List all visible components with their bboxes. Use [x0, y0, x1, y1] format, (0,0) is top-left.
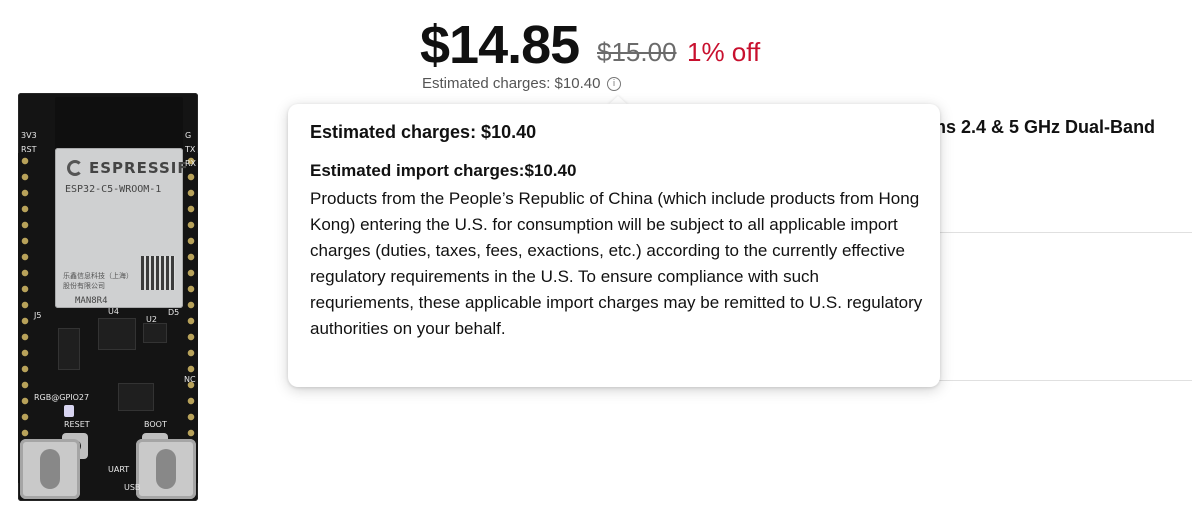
module-maker: 乐鑫信息科技（上海）股份有限公司 [63, 273, 133, 290]
silk-reset: RESET [64, 420, 90, 429]
silk-rx: RX [185, 159, 197, 168]
product-image[interactable]: ESPRESSIF ESP32-C5-WROOM-1 乐鑫信息科技（上海）股份有… [8, 38, 213, 524]
usb-c-port [136, 439, 196, 499]
dev-board: ESPRESSIF ESP32-C5-WROOM-1 乐鑫信息科技（上海）股份有… [18, 93, 198, 501]
silk-rgb: RGB@GPIO27 [34, 393, 90, 402]
estimated-charges-link[interactable]: Estimated charges: $10.40 [422, 75, 600, 92]
pin-header-right [184, 153, 198, 483]
silk-j5: J5 [34, 311, 42, 320]
qr-code-icon [141, 256, 175, 290]
silk-rst: RST [21, 145, 37, 154]
rgb-led [64, 405, 74, 417]
chip [98, 318, 136, 350]
product-title: ms 2.4 & 5 GHz Dual-Band [930, 117, 1156, 137]
info-icon[interactable]: i [607, 77, 621, 91]
discount-badge: 1% off [687, 37, 761, 67]
uart-usb-c-port [20, 439, 80, 499]
pin-header-left [18, 153, 32, 483]
silk-u4: U4 [108, 307, 119, 316]
chip [118, 383, 154, 411]
current-price: $14.85 [420, 15, 580, 75]
silk-d5: D5 [168, 308, 180, 317]
original-price: $15.00 [597, 37, 677, 67]
module-model: ESP32-C5-WROOM-1 [65, 184, 162, 195]
silk-usb: USB [124, 483, 141, 492]
module-brand: ESPRESSIF [89, 159, 189, 177]
silk-uart: UART [108, 465, 130, 474]
tooltip-subtitle: Estimated import charges:$10.40 [310, 161, 577, 180]
estimated-charges-tooltip: Estimated charges: $10.40 Estimated impo… [288, 104, 940, 387]
silk-u2: U2 [146, 315, 157, 324]
tooltip-title: Estimated charges: $10.40 [310, 122, 537, 142]
module-shield: ESPRESSIF ESP32-C5-WROOM-1 乐鑫信息科技（上海）股份有… [55, 148, 188, 308]
chip [143, 323, 167, 343]
section-divider [930, 232, 1192, 233]
silk-tx: TX [185, 145, 196, 154]
tooltip-body: Products from the People’s Republic of C… [310, 189, 923, 338]
silk-3v3: 3V3 [21, 131, 37, 140]
silk-boot: BOOT [144, 420, 167, 429]
section-divider [930, 380, 1192, 381]
regulator [58, 328, 80, 370]
module-code: MAN8R4 [75, 296, 108, 306]
espressif-logo-icon [67, 160, 83, 176]
silk-nc: NC [184, 375, 196, 384]
silk-g: G [185, 131, 192, 140]
